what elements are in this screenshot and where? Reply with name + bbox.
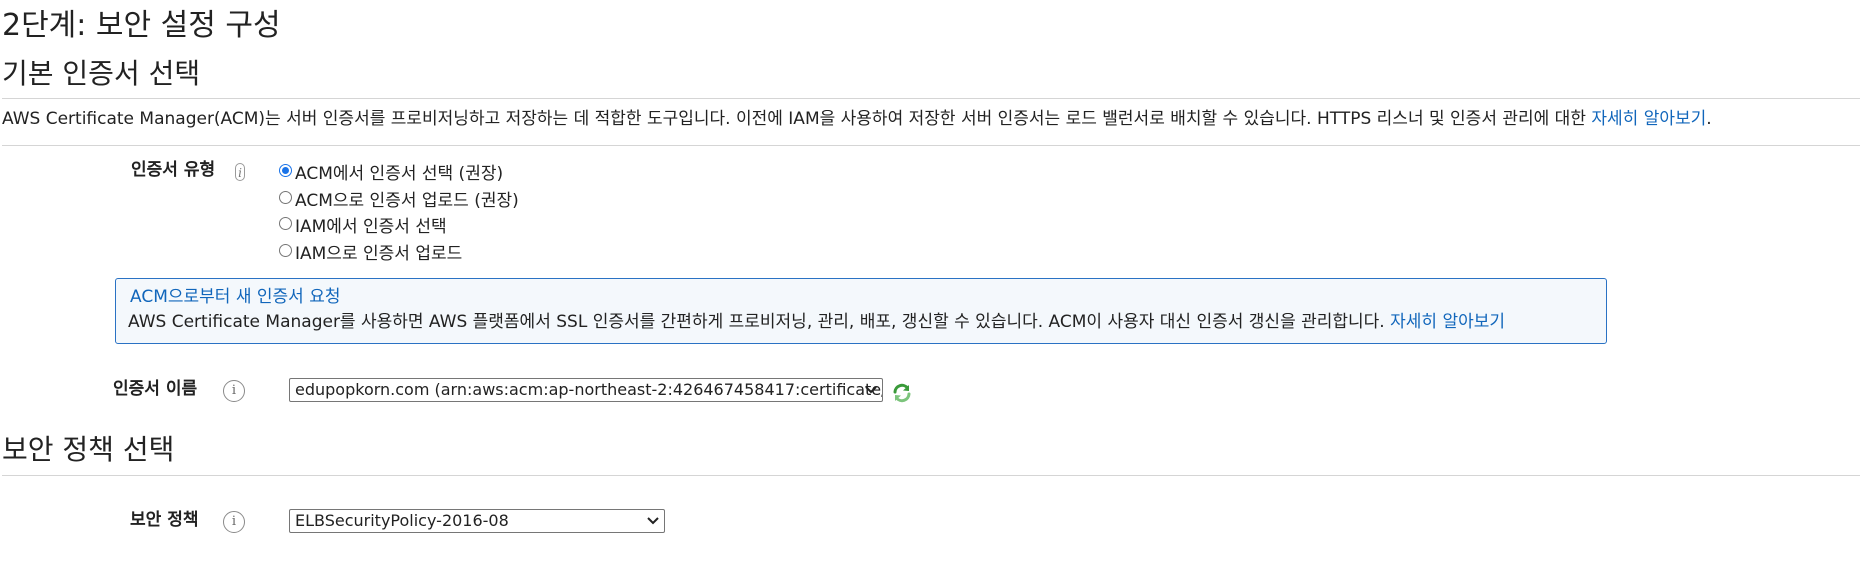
description-suffix: . [1706, 109, 1712, 129]
radio-button[interactable] [279, 216, 292, 230]
radio-option-acm-select[interactable]: ACM에서 인증서 선택 (권장) [279, 158, 503, 184]
info-icon[interactable]: i [223, 380, 245, 402]
radio-label: IAM으로 인증서 업로드 [295, 243, 463, 264]
section-divider [2, 475, 1860, 476]
section-divider [2, 145, 1860, 146]
radio-option-iam-select[interactable]: IAM에서 인증서 선택 [279, 211, 447, 237]
radio-option-acm-upload[interactable]: ACM으로 인증서 업로드 (권장) [279, 185, 519, 211]
certificate-name-select[interactable]: edupopkorn.com (arn:aws:acm:ap-northeast… [289, 378, 883, 402]
certificate-name-value: edupopkorn.com (arn:aws:acm:ap-northeast… [295, 380, 882, 399]
info-icon[interactable]: i [223, 511, 245, 533]
acm-learn-more-link[interactable]: 자세히 알아보기 [1390, 312, 1505, 332]
certificate-description: AWS Certificate Manager(ACM)는 서버 인증서를 프로… [2, 107, 1712, 131]
acm-info-text: AWS Certificate Manager를 사용하면 AWS 플랫폼에서 … [128, 310, 1505, 334]
certificate-type-label: 인증서 유형 [131, 160, 216, 180]
radio-option-iam-upload[interactable]: IAM으로 인증서 업로드 [279, 238, 462, 264]
chevron-down-icon [865, 386, 877, 394]
description-text: AWS Certificate Manager(ACM)는 서버 인증서를 프로… [2, 109, 1592, 129]
section-divider [2, 98, 1860, 99]
certificate-name-label: 인증서 이름 [113, 379, 198, 399]
radio-label: ACM으로 인증서 업로드 (권장) [295, 190, 519, 211]
security-policy-value: ELBSecurityPolicy-2016-08 [295, 511, 509, 530]
radio-label: ACM에서 인증서 선택 (권장) [295, 163, 504, 184]
info-icon[interactable]: i [235, 163, 245, 181]
certificate-section-title: 기본 인증서 선택 [2, 57, 201, 90]
radio-button[interactable] [279, 243, 292, 257]
request-new-certificate-link[interactable]: ACM으로부터 새 인증서 요청 [130, 285, 340, 309]
acm-info-box: ACM으로부터 새 인증서 요청 AWS Certificate Manager… [115, 278, 1607, 344]
learn-more-link[interactable]: 자세히 알아보기 [1591, 109, 1706, 129]
security-policy-label: 보안 정책 [130, 510, 199, 530]
radio-label: IAM에서 인증서 선택 [295, 216, 447, 237]
refresh-icon[interactable] [891, 382, 913, 404]
page-title: 2단계: 보안 설정 구성 [2, 8, 281, 43]
radio-button[interactable] [279, 163, 292, 177]
acm-info-description: AWS Certificate Manager를 사용하면 AWS 플랫폼에서 … [128, 312, 1391, 332]
chevron-down-icon [647, 517, 659, 525]
security-policy-select[interactable]: ELBSecurityPolicy-2016-08 [289, 509, 665, 533]
security-policy-section-title: 보안 정책 선택 [2, 433, 175, 466]
radio-button[interactable] [279, 190, 292, 204]
